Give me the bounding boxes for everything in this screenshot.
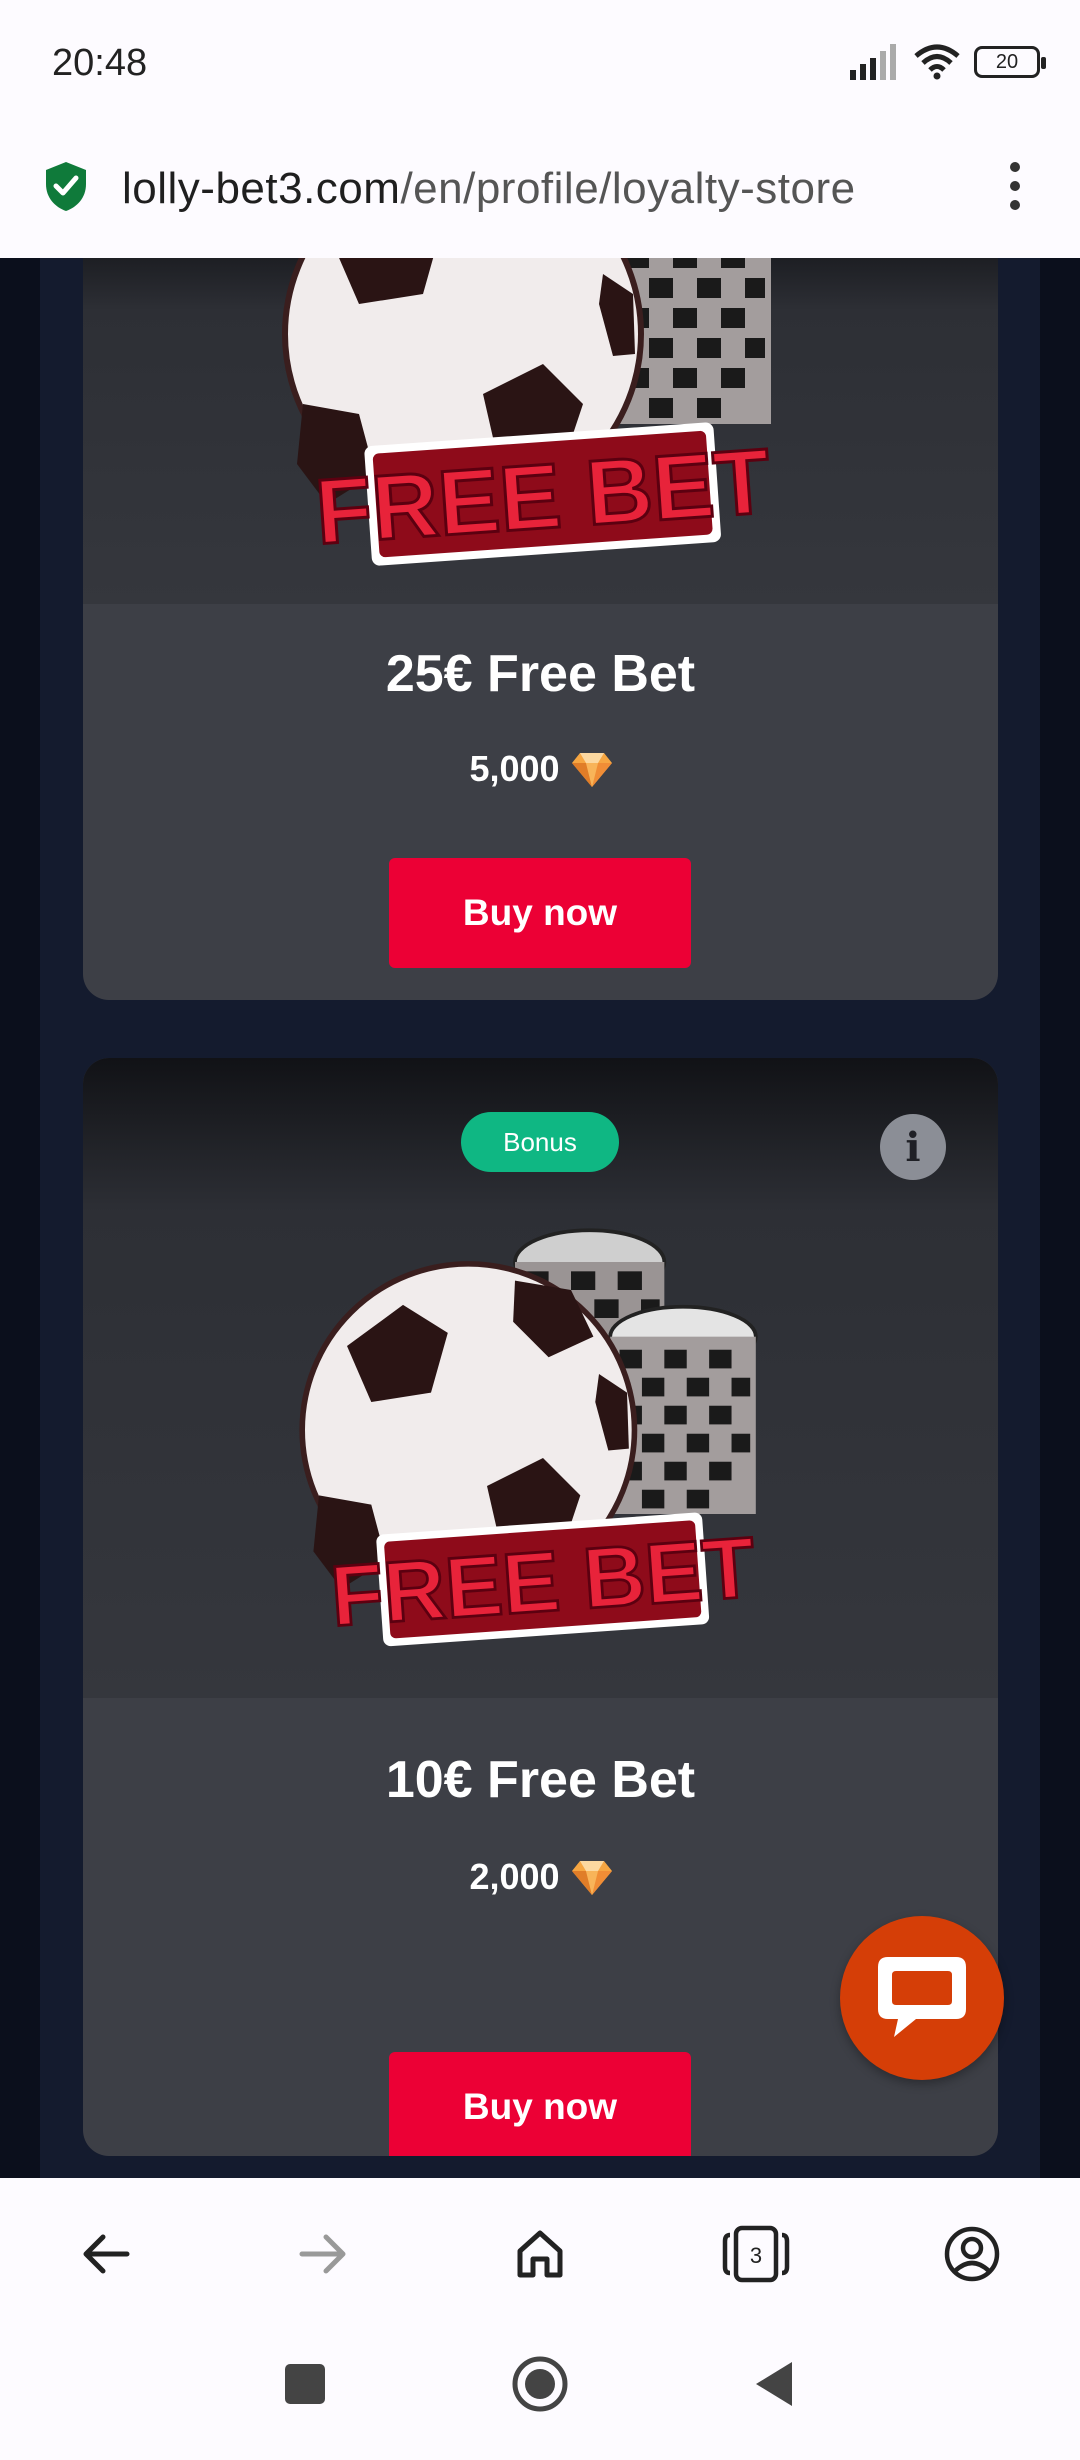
- arrow-right-icon: [299, 2234, 346, 2274]
- status-icons: 20: [848, 40, 1046, 84]
- home-system-button[interactable]: [508, 2352, 572, 2416]
- store-card: 25€ Free Bet 5,000 Buy now: [83, 258, 998, 1000]
- account-icon: [944, 2226, 1000, 2282]
- card-media: [83, 258, 998, 604]
- card-price: 2,000: [83, 1856, 998, 1898]
- loyalty-store-page: 25€ Free Bet 5,000 Buy now Bonus i 10€ F…: [0, 258, 1080, 2178]
- circle-icon: [512, 2356, 568, 2412]
- status-bar: 20:48 20: [0, 0, 1080, 120]
- wifi-icon: [914, 44, 960, 80]
- price-value: 5,000: [469, 748, 560, 789]
- forward-button[interactable]: [287, 2218, 359, 2290]
- browser-menu-icon[interactable]: [998, 156, 1032, 216]
- card-media: Bonus i: [83, 1058, 998, 1698]
- url-field[interactable]: lolly-bet3.com/en/profile/loyalty-store: [122, 164, 856, 214]
- info-icon[interactable]: i: [880, 1114, 946, 1180]
- diamond-icon: [572, 1859, 612, 1895]
- price-value: 2,000: [469, 1856, 560, 1897]
- card-price: 5,000: [83, 748, 998, 790]
- home-icon: [517, 2230, 563, 2278]
- status-time: 20:48: [52, 42, 148, 84]
- triangle-back-icon: [756, 2362, 792, 2406]
- battery-icon: 20: [974, 46, 1046, 78]
- chat-bubble-icon: [878, 1957, 966, 2037]
- url-domain: lolly-bet3.com: [122, 164, 401, 213]
- home-button[interactable]: [504, 2218, 576, 2290]
- card-title: 10€ Free Bet: [385, 1751, 696, 1809]
- free-bet-image: [263, 1122, 823, 1682]
- signal-icon: [850, 44, 896, 80]
- buy-now-button[interactable]: Buy now: [389, 858, 691, 968]
- profile-button[interactable]: [936, 2218, 1008, 2290]
- back-system-button[interactable]: [742, 2352, 806, 2416]
- system-navigation-bar: [0, 2328, 1080, 2460]
- card-body: 10€ Free Bet 2,000 Buy now: [83, 1698, 998, 2156]
- square-icon: [285, 2364, 325, 2404]
- arrow-left-icon: [83, 2234, 130, 2274]
- tabs-count: 3: [750, 2243, 762, 2268]
- address-bar[interactable]: lolly-bet3.com/en/profile/loyalty-store: [0, 120, 1080, 258]
- bonus-badge: Bonus: [461, 1112, 619, 1172]
- tabs-button[interactable]: 3: [720, 2218, 792, 2290]
- recents-button[interactable]: [273, 2352, 337, 2416]
- url-path: /en/profile/loyalty-store: [400, 164, 856, 213]
- tabs-icon: 3: [722, 2225, 790, 2283]
- live-chat-button[interactable]: [840, 1916, 1004, 2080]
- diamond-icon: [572, 751, 612, 787]
- free-bet-image: [263, 258, 823, 604]
- battery-level: 20: [995, 50, 1019, 73]
- card-body: 25€ Free Bet 5,000 Buy now: [83, 604, 998, 1000]
- buy-now-button[interactable]: Buy now: [389, 2052, 691, 2156]
- secure-shield-icon[interactable]: [44, 160, 88, 212]
- card-title: 25€ Free Bet: [385, 645, 696, 703]
- back-button[interactable]: [70, 2218, 142, 2290]
- browser-toolbar: 3: [0, 2178, 1080, 2328]
